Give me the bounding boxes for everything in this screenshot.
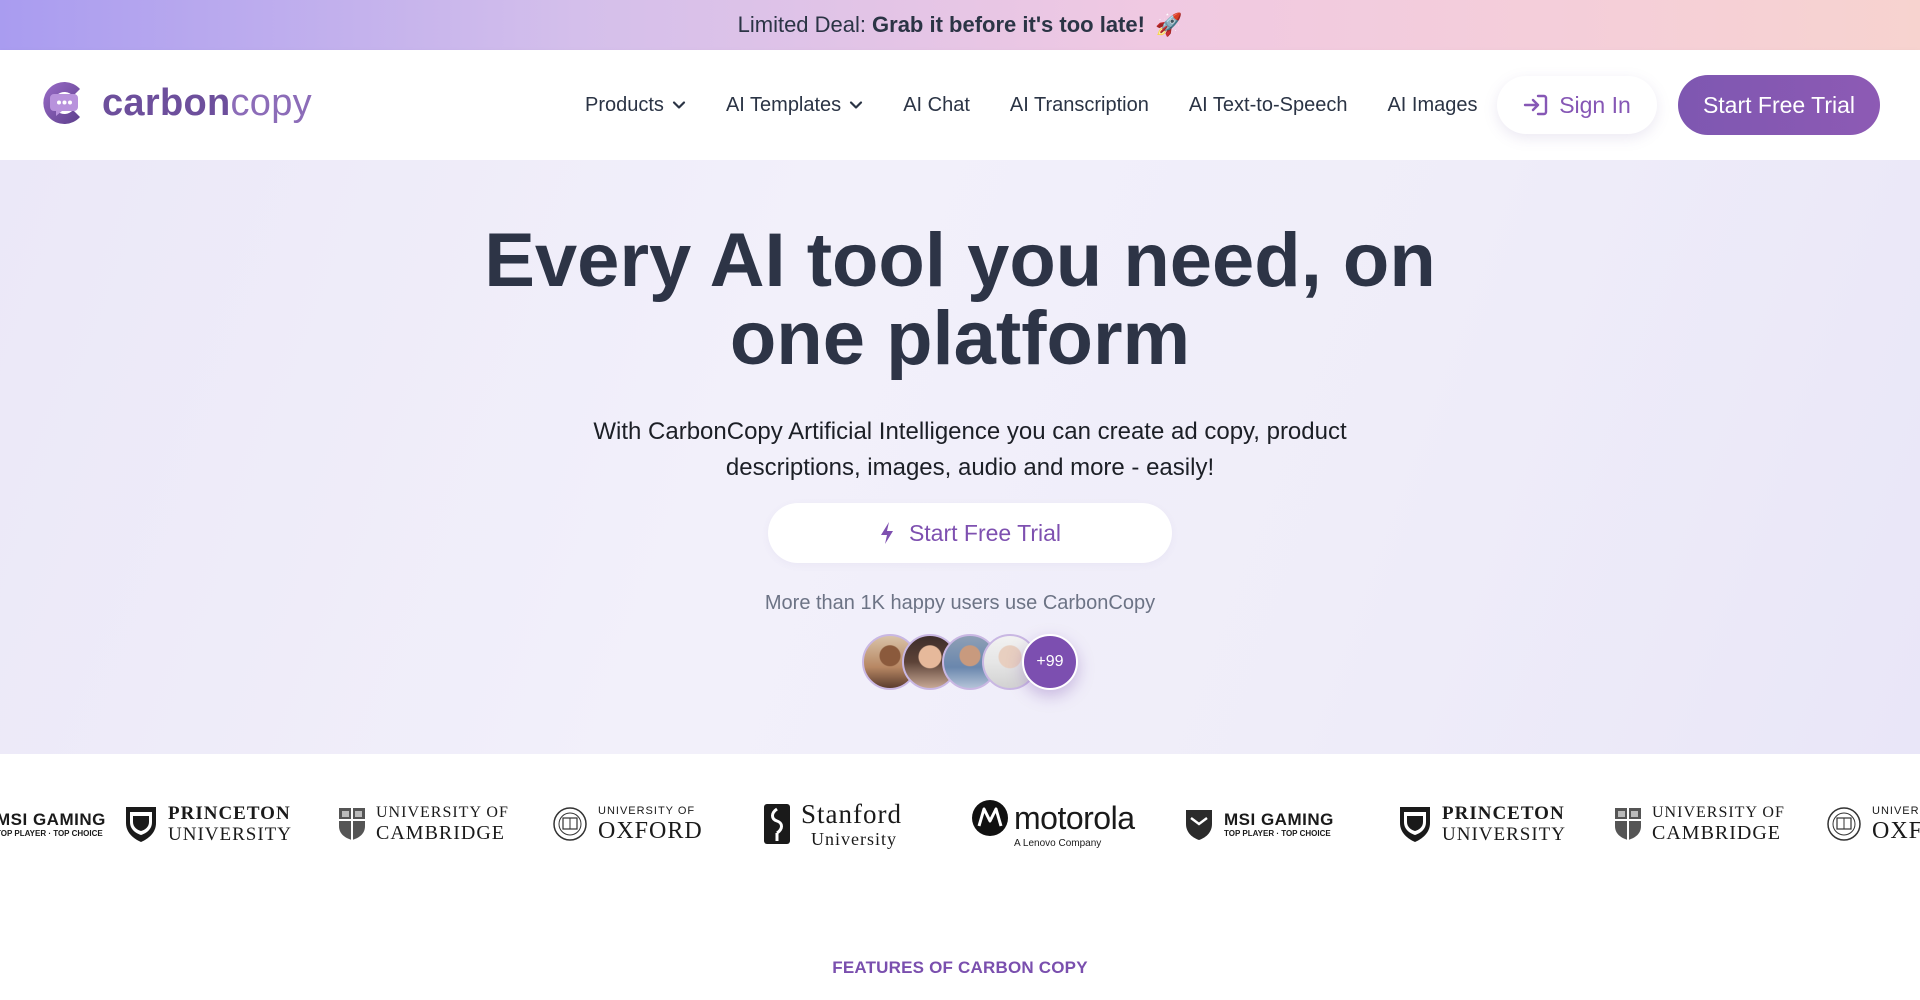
cambridge-crest-icon <box>339 808 365 840</box>
logo-wordmark: carboncopy <box>102 81 312 124</box>
hero-cta-label: Start Free Trial <box>908 519 1062 546</box>
sign-in-button[interactable]: Sign In <box>1497 76 1657 134</box>
motorola-m-icon <box>972 799 1008 836</box>
oxford-logo: UNIVERSITY OF OXFORD <box>552 796 703 852</box>
features-section-label: FEATURES OF CARBON COPY <box>832 958 1088 977</box>
more-users-badge: +99 <box>1022 634 1078 690</box>
brand-logo[interactable]: carboncopy <box>40 77 312 129</box>
lightning-icon <box>880 522 893 544</box>
nav-ai-chat[interactable]: AI Chat <box>903 94 970 117</box>
nav-ai-transcription-label: AI Transcription <box>1009 93 1149 116</box>
user-avatars: +99 <box>862 634 1078 690</box>
cambridge-logo: UNIVERSITY OF CAMBRIDGE <box>338 796 509 852</box>
cambridge-crest-icon <box>1615 808 1641 840</box>
hero-section: Every AI tool you need, on one platform W… <box>0 160 1920 754</box>
msi-shield-icon <box>1186 810 1212 840</box>
chevron-down-icon <box>850 101 863 109</box>
princeton-logo: PRINCETON UNIVERSITY <box>124 796 292 852</box>
site-header: carboncopy Products AI Templates AI Chat… <box>0 50 1920 160</box>
promo-highlight: Grab it before it's too late! <box>872 12 1145 37</box>
nav-ai-images[interactable]: AI Images <box>1387 94 1477 117</box>
nav-ai-images-label: AI Images <box>1387 93 1478 116</box>
main-nav: Products AI Templates AI Chat AI Transcr… <box>585 50 1518 160</box>
nav-ai-text-to-speech-label: AI Text-to-Speech <box>1188 93 1348 116</box>
nav-ai-transcription[interactable]: AI Transcription <box>1010 94 1149 117</box>
msi-gaming-logo: MSI GAMING TOP PLAYER · TOP CHOICE <box>1184 796 1334 852</box>
stanford-logo: Stanford University <box>763 796 902 852</box>
happy-users-text: More than 1K happy users use CarbonCopy <box>764 592 1156 614</box>
cambridge-logo: UNIVERSITY OF CAMBRIDGE <box>1614 796 1785 852</box>
shield-crest-icon <box>126 807 156 842</box>
rocket-icon: 🚀 <box>1154 12 1183 37</box>
nav-ai-templates-label: AI Templates <box>725 93 842 116</box>
msi-gaming-logo: MSI GAMING TOP PLAYER · TOP CHOICE <box>0 809 106 838</box>
hero-subtitle: With CarbonCopy Artificial Intelligence … <box>593 418 1347 481</box>
hero-start-trial-button[interactable]: Start Free Trial <box>768 503 1172 563</box>
start-free-trial-button[interactable]: Start Free Trial <box>1678 75 1880 135</box>
oxford-seal-icon <box>553 807 587 841</box>
nav-products[interactable]: Products <box>585 94 686 117</box>
chevron-down-icon <box>672 101 686 109</box>
start-free-trial-label: Start Free Trial <box>1702 91 1856 118</box>
logo-icon <box>43 82 80 125</box>
sign-in-label: Sign In <box>1559 91 1631 118</box>
sign-in-icon <box>1523 94 1548 116</box>
stanford-tree-icon <box>764 804 790 844</box>
oxford-logo: UNIVERSITY OF OXFORD <box>1826 796 1920 852</box>
shield-crest-icon <box>1400 807 1430 842</box>
nav-ai-templates[interactable]: AI Templates <box>726 94 863 117</box>
nav-ai-text-to-speech[interactable]: AI Text-to-Speech <box>1189 94 1348 117</box>
princeton-logo: PRINCETON UNIVERSITY <box>1398 796 1566 852</box>
promo-prefix: Limited Deal: <box>737 12 867 37</box>
partner-logos: MSI GAMING TOP PLAYER · TOP CHOICE PRINC… <box>0 754 1920 890</box>
oxford-seal-icon <box>1827 807 1861 841</box>
promo-banner[interactable]: Limited Deal: Grab it before it's too la… <box>0 0 1920 50</box>
motorola-logo: motorola A Lenovo Company <box>972 796 1135 852</box>
nav-ai-chat-label: AI Chat <box>903 93 970 116</box>
hero-title: Every AI tool you need, on one platform <box>484 218 1436 381</box>
nav-products-label: Products <box>585 93 664 116</box>
